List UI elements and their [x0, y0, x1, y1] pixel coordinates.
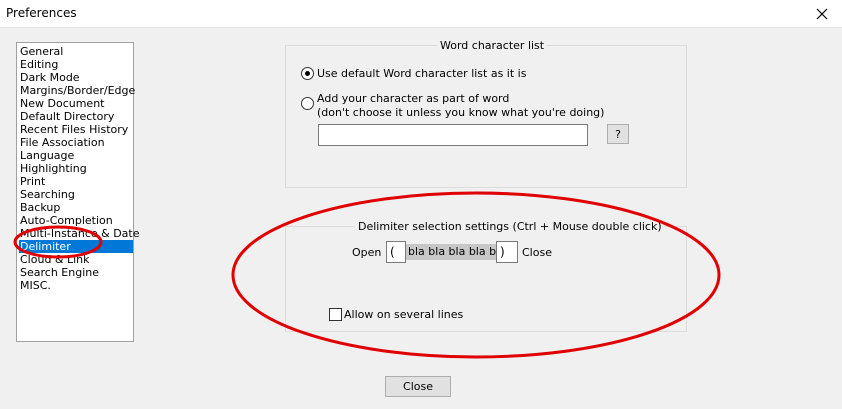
- help-button[interactable]: ?: [607, 124, 629, 144]
- word-char-legend: Word character list: [437, 39, 548, 52]
- close-delimiter-label: Close: [522, 246, 552, 259]
- category-item-language[interactable]: Language: [19, 149, 133, 162]
- custom-word-char-input[interactable]: [318, 124, 588, 146]
- category-item-file-association[interactable]: File Association: [19, 136, 133, 149]
- category-item-auto-completion[interactable]: Auto-Completion: [19, 214, 133, 227]
- delimiter-legend: Delimiter selection settings (Ctrl + Mou…: [355, 220, 665, 233]
- radio-selected-dot: [305, 71, 310, 76]
- custom-word-char-label[interactable]: Add your character as part of word: [317, 92, 509, 105]
- category-item-editing[interactable]: Editing: [19, 58, 133, 71]
- category-item-recent-files[interactable]: Recent Files History: [19, 123, 133, 136]
- default-word-char-label[interactable]: Use default Word character list as it is: [317, 67, 526, 80]
- category-item-misc[interactable]: MISC.: [19, 279, 133, 292]
- open-delimiter-input[interactable]: (: [386, 241, 406, 263]
- multiline-checkbox[interactable]: [329, 308, 342, 321]
- default-word-char-radio[interactable]: [301, 67, 314, 80]
- category-item-backup[interactable]: Backup: [19, 201, 133, 214]
- window-close-button[interactable]: [802, 0, 842, 27]
- category-item-default-directory[interactable]: Default Directory: [19, 110, 133, 123]
- category-item-delimiter[interactable]: Delimiter: [19, 240, 133, 253]
- open-delimiter-label: Open: [352, 246, 382, 259]
- category-item-margins[interactable]: Margins/Border/Edge: [19, 84, 135, 97]
- category-item-new-document[interactable]: New Document: [19, 97, 133, 110]
- close-delimiter-input[interactable]: ): [496, 241, 518, 263]
- category-item-multi-instance[interactable]: Multi-Instance & Date: [19, 227, 140, 240]
- category-item-dark-mode[interactable]: Dark Mode: [19, 71, 133, 84]
- close-button[interactable]: Close: [385, 376, 451, 397]
- word-char-group: Word character list Use default Word cha…: [285, 39, 687, 188]
- category-list[interactable]: General Editing Dark Mode Margins/Border…: [16, 42, 140, 342]
- custom-word-char-radio[interactable]: [301, 97, 314, 110]
- multiline-label[interactable]: Allow on several lines: [344, 308, 463, 321]
- category-item-cloud-link[interactable]: Cloud & Link: [19, 253, 133, 266]
- category-item-searching[interactable]: Searching: [19, 188, 133, 201]
- category-item-highlighting[interactable]: Highlighting: [19, 162, 133, 175]
- category-item-print[interactable]: Print: [19, 175, 133, 188]
- close-icon: [816, 8, 828, 19]
- delimiter-sample-text: bla bla bla bla bla: [406, 244, 508, 260]
- window-title: Preferences: [6, 6, 77, 20]
- custom-word-char-hint: (don't choose it unless you know what yo…: [317, 106, 605, 119]
- category-item-search-engine[interactable]: Search Engine: [19, 266, 133, 279]
- title-bar: Preferences: [0, 0, 842, 28]
- delimiter-group: Delimiter selection settings (Ctrl + Mou…: [285, 220, 687, 332]
- category-item-general[interactable]: General: [19, 45, 133, 58]
